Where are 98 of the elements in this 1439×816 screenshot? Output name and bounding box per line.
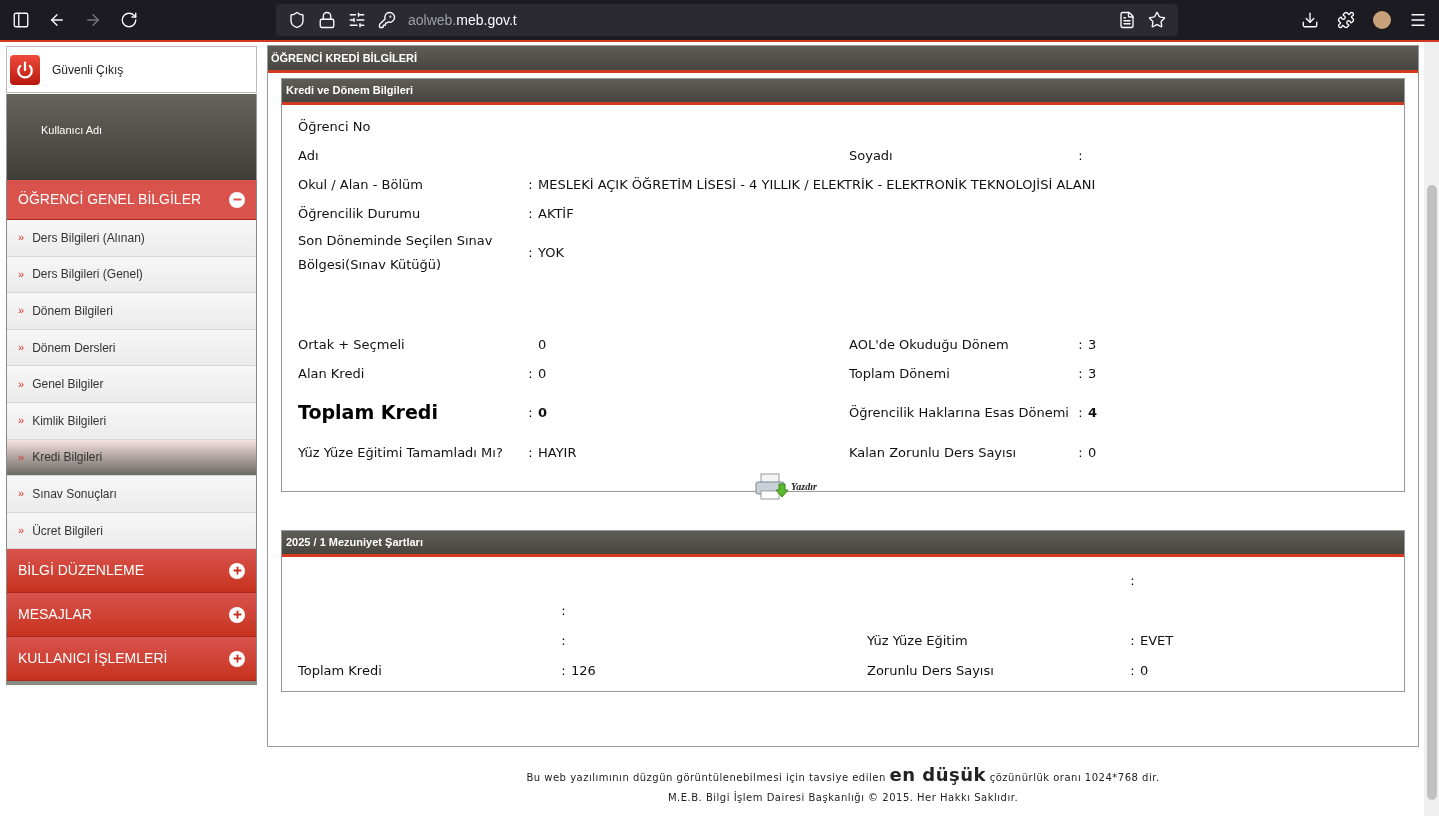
field-value: 0 xyxy=(538,365,547,381)
bullet: » xyxy=(18,268,25,280)
lock-icon[interactable] xyxy=(318,11,336,29)
expand-icon xyxy=(229,650,245,667)
url-text: aolweb.meb.gov.t xyxy=(408,10,517,30)
separator: : xyxy=(561,663,566,678)
separator: : xyxy=(561,603,566,618)
separator: : xyxy=(1078,147,1083,163)
field-label: Toplam Dönemi xyxy=(849,365,950,381)
separator: : xyxy=(1078,365,1083,381)
copyright: M.E.B. Bilgi İşlem Dairesi Başkanlığı © 2015. Her Hakkı Saklıdır. xyxy=(667,790,1019,805)
expand-icon xyxy=(229,562,245,579)
field-value: 4 xyxy=(1088,405,1098,420)
logout-button[interactable]: Güvenli Çıkış xyxy=(6,46,257,93)
field-label: Öğrenci No xyxy=(298,118,371,134)
separator: : xyxy=(528,176,533,192)
field-value: 0 xyxy=(538,405,548,420)
separator: : xyxy=(1130,663,1135,678)
menu-item[interactable]: » Sınav Sonuçları xyxy=(7,476,256,513)
separator: : xyxy=(561,633,566,648)
extensions-icon[interactable] xyxy=(1337,11,1355,29)
reader-icon[interactable] xyxy=(1118,11,1136,29)
field-label: Alan Kredi xyxy=(298,365,365,381)
field-value: MESLEKİ AÇIK ÖĞRETİM LİSESİ - 4 YILLIK / ELEKTRİK - ELEKTRONİK TEKNOLOJİSİ ALANI xyxy=(538,176,1096,192)
field-value: HAYIR xyxy=(538,444,577,460)
field-label: Kalan Zorunlu Ders Sayısı xyxy=(849,444,1017,460)
field-value: YOK xyxy=(538,245,564,260)
menu-item[interactable]: » Kimlik Bilgileri xyxy=(7,402,256,440)
field-value: AKTİF xyxy=(538,205,574,221)
bullet: » xyxy=(18,305,25,317)
field-label: Zorunlu Ders Sayısı xyxy=(867,663,994,678)
footer-notice: Bu web yazılımının düzgün görüntülenebilmesi için tavsiye edilen en düşük çözünürlük oranı 1024*768 dir. xyxy=(526,763,1160,787)
menu-item[interactable]: » Dönem Bilgileri xyxy=(7,293,256,330)
page-title-bar: ÖĞRENCİ KREDİ BİLGİLERİ xyxy=(268,46,1418,73)
menu-icon[interactable] xyxy=(1409,11,1427,29)
back-icon[interactable] xyxy=(48,11,66,29)
menu-group-header[interactable]: MESAJLAR xyxy=(7,593,256,638)
print-button[interactable]: Yazdır xyxy=(755,472,817,500)
field-label: Okul / Alan - Bölüm xyxy=(298,176,423,192)
permissions-icon[interactable] xyxy=(348,11,366,29)
sidebar-icon[interactable] xyxy=(12,11,30,29)
field-label: Öğrencilik Haklarına Esas Dönemi xyxy=(849,405,1069,420)
field-value: 0 xyxy=(1140,663,1149,678)
menu-item[interactable]: » Dönem Dersleri xyxy=(7,329,256,367)
separator: : xyxy=(528,365,533,381)
field-label: Ortak + Seçmeli xyxy=(298,336,405,352)
menu-item[interactable]: » Ders Bilgileri (Alınan) xyxy=(7,220,256,257)
bookmark-icon[interactable] xyxy=(1148,11,1166,29)
section-header: 2025 / 1 Mezuniyet Şartları xyxy=(282,531,1404,557)
field-value: 126 xyxy=(571,663,596,678)
field-label: Toplam Kredi xyxy=(298,663,382,678)
menu-group-header[interactable]: ÖĞRENCİ GENEL BİLGİLER xyxy=(7,180,256,220)
field-label: Adı xyxy=(298,147,319,163)
bullet: » xyxy=(18,342,25,354)
shield-icon[interactable] xyxy=(288,11,306,29)
section-header: Kredi ve Dönem Bilgileri xyxy=(282,79,1404,105)
menu-group-header[interactable]: KULLANICI İŞLEMLERİ xyxy=(7,637,256,682)
power-icon xyxy=(10,54,40,85)
menu-item[interactable]: » Genel Bilgiler xyxy=(7,366,256,403)
field-value: 0 xyxy=(538,336,547,352)
menu-item[interactable]: » Ders Bilgileri (Genel) xyxy=(7,256,256,294)
separator: : xyxy=(1078,444,1083,460)
field-label: Yüz Yüze Eğitimi Tamamladı Mı? xyxy=(298,444,503,460)
menu-item[interactable]: » Kredi Bilgileri xyxy=(7,439,256,477)
field-value: 3 xyxy=(1088,336,1097,352)
field-value: 0 xyxy=(1088,444,1097,460)
field-label: AOL'de Okuduğu Dönem xyxy=(849,336,1009,352)
field-label: Toplam Kredi xyxy=(298,400,438,423)
bullet: » xyxy=(18,415,25,427)
bullet: » xyxy=(18,232,25,244)
field-label: Yüz Yüze Eğitim xyxy=(867,633,968,648)
reload-icon[interactable] xyxy=(120,11,138,29)
bullet: » xyxy=(18,378,25,390)
avatar-icon[interactable] xyxy=(1373,11,1391,29)
separator: : xyxy=(528,405,533,420)
field-label: Öğrencilik Durumu xyxy=(298,205,421,221)
field-label: Son Döneminde Seçilen Sınav Bölgesi(Sınav Kütüğü) xyxy=(298,233,493,272)
field-value: 3 xyxy=(1088,365,1097,381)
address-bar[interactable]: aolweb.meb.gov.t xyxy=(276,4,1178,36)
download-icon[interactable] xyxy=(1301,11,1319,29)
field-label: Soyadı xyxy=(849,147,893,163)
bullet: » xyxy=(18,488,25,500)
key-icon[interactable] xyxy=(378,11,396,29)
separator: : xyxy=(1130,633,1135,648)
separator: : xyxy=(1078,336,1083,352)
menu-group-header[interactable]: BİLGİ DÜZENLEME xyxy=(7,549,256,594)
field-value: EVET xyxy=(1140,633,1174,648)
user-label: Kullanıcı Adı xyxy=(41,122,103,138)
separator: : xyxy=(528,245,533,260)
separator: : xyxy=(528,444,533,460)
separator: : xyxy=(528,205,533,221)
separator: : xyxy=(1078,405,1083,420)
bullet: » xyxy=(18,525,25,537)
expand-icon xyxy=(229,606,245,623)
bullet: » xyxy=(18,451,25,463)
menu-item[interactable]: » Ücret Bilgileri xyxy=(7,512,256,550)
separator: : xyxy=(1130,573,1135,588)
collapse-icon xyxy=(229,191,245,208)
